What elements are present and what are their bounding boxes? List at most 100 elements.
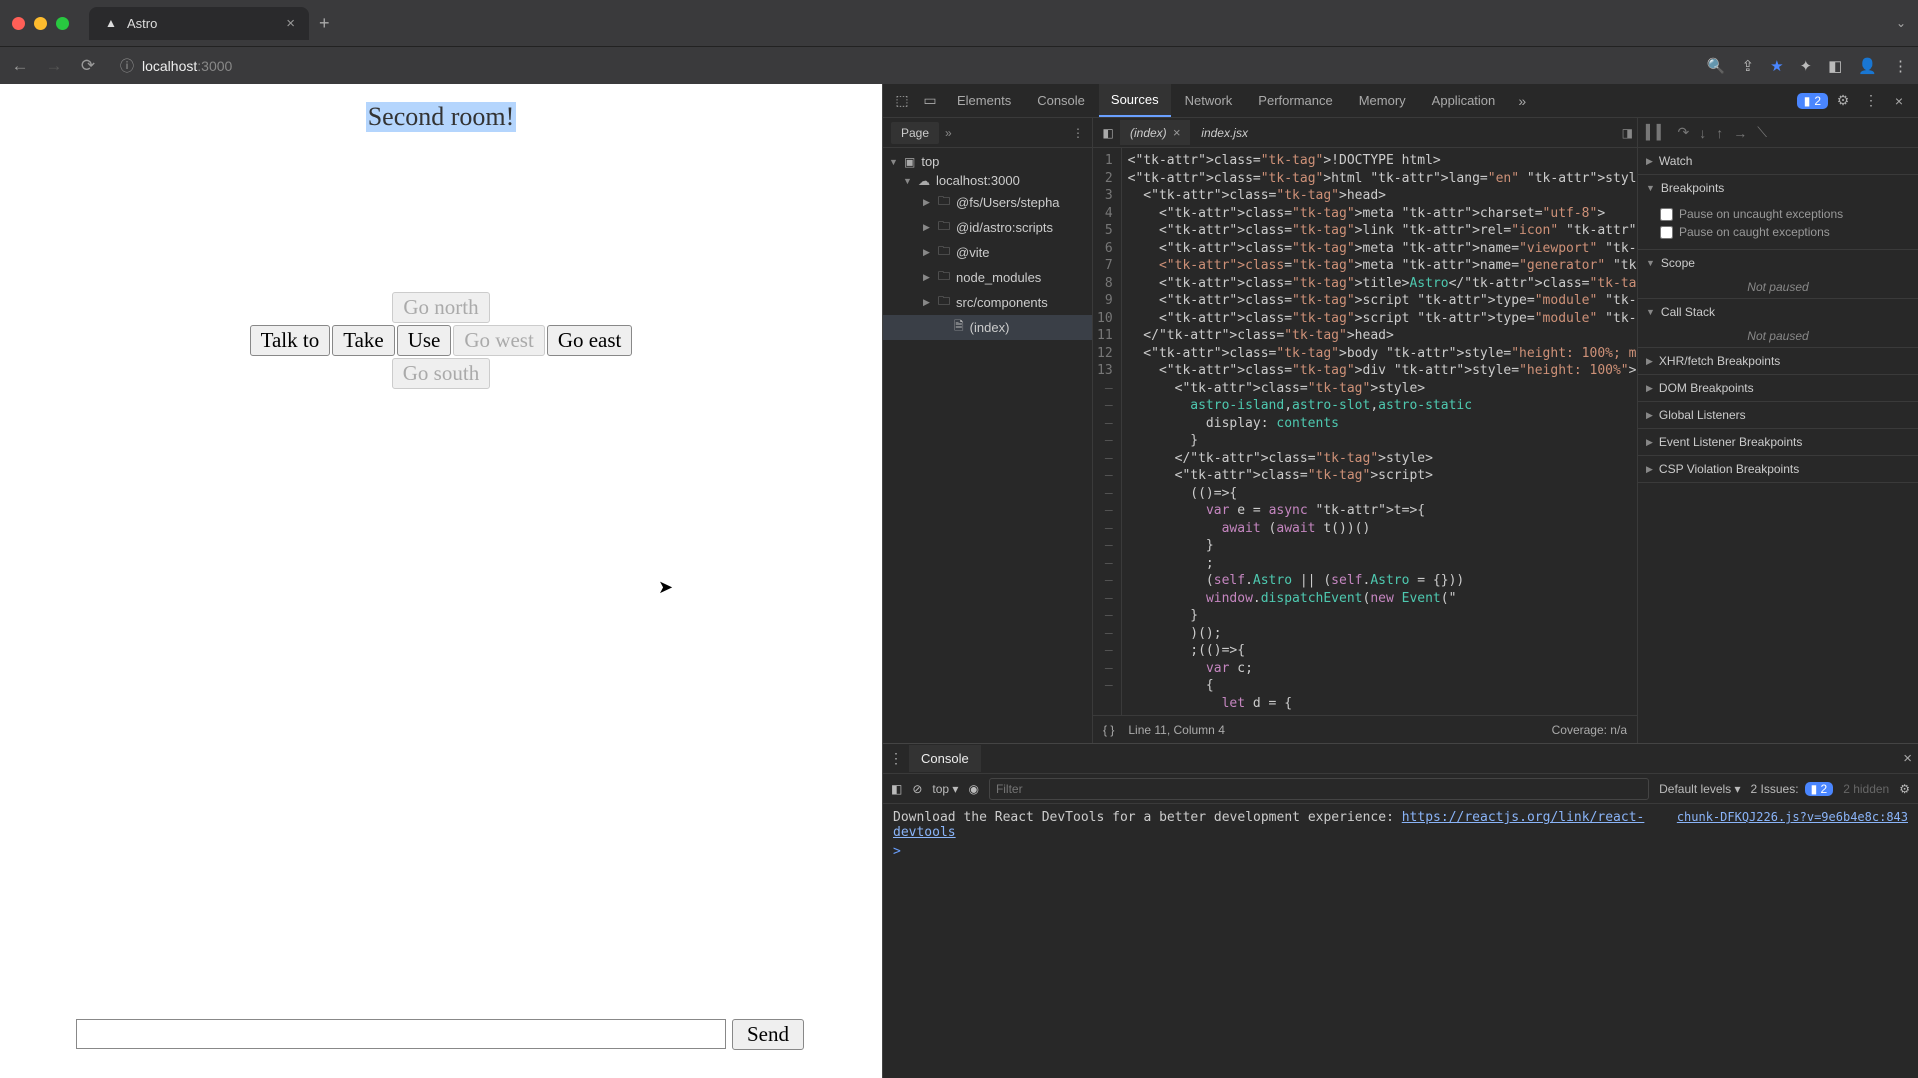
console-context[interactable]: top ▾ (932, 782, 958, 796)
issues-link[interactable]: 2 Issues:▮ 2 (1751, 782, 1834, 796)
more-tabs-icon[interactable]: » (1509, 88, 1535, 114)
navigator-tab-page[interactable]: Page (891, 122, 939, 144)
browser-tab[interactable]: ▲ Astro × (89, 7, 309, 40)
tab-console[interactable]: Console (1025, 85, 1097, 116)
navigator-menu-icon[interactable]: ⋮ (1072, 126, 1084, 140)
issues-badge[interactable]: ▮ 2 (1797, 93, 1828, 109)
sidepanel-icon[interactable]: ◧ (1828, 57, 1842, 75)
close-tab-icon[interactable]: × (286, 15, 295, 32)
tab-network[interactable]: Network (1173, 85, 1245, 116)
tab-memory[interactable]: Memory (1347, 85, 1418, 116)
chat-input[interactable] (76, 1019, 726, 1049)
reload-button[interactable]: ⟳ (78, 56, 98, 76)
console-prompt[interactable]: > (893, 844, 1908, 859)
editor-tab-index[interactable]: (index)× (1120, 120, 1190, 145)
editor-tab-indexjsx[interactable]: index.jsx (1191, 121, 1258, 145)
address-bar[interactable]: ⓘ localhost:3000 (112, 52, 1693, 80)
tree-folder[interactable]: ▶🗀@fs/Users/stepha (883, 190, 1092, 215)
bookmark-icon[interactable]: ★ (1770, 57, 1783, 75)
step-into-icon[interactable]: ↓ (1699, 125, 1706, 141)
drawer-tab-console[interactable]: Console (909, 745, 981, 772)
close-editor-tab-icon[interactable]: × (1173, 125, 1181, 140)
toggle-debugger-icon[interactable]: ◨ (1622, 126, 1633, 140)
step-out-icon[interactable]: ↑ (1716, 125, 1723, 141)
step-over-icon[interactable]: ↷ (1678, 124, 1690, 141)
use-button[interactable]: Use (397, 325, 452, 356)
pretty-print-icon[interactable]: { } (1103, 723, 1114, 737)
drawer-menu-icon[interactable]: ⋮ (889, 750, 903, 767)
go-north-button[interactable]: Go north (392, 292, 489, 323)
go-west-button[interactable]: Go west (453, 325, 544, 356)
close-devtools-icon[interactable]: × (1886, 88, 1912, 114)
pane-breakpoints[interactable]: ▼Breakpoints (1638, 175, 1918, 201)
maximize-window-button[interactable] (56, 17, 69, 30)
console-filter-input[interactable] (989, 778, 1649, 800)
tree-file-index[interactable]: 🗎(index) (883, 315, 1092, 340)
pane-callstack[interactable]: ▼Call Stack (1638, 299, 1918, 325)
console-settings-icon[interactable]: ⚙ (1899, 782, 1910, 796)
chat-bar: Send (76, 1019, 804, 1050)
console-sidebar-icon[interactable]: ◧ (891, 782, 902, 796)
tree-folder[interactable]: ▶🗀src/components (883, 290, 1092, 315)
menu-icon[interactable]: ⋮ (1893, 57, 1908, 75)
pane-dom[interactable]: ▶DOM Breakpoints (1638, 375, 1918, 401)
tabs-overflow-icon[interactable]: ⌄ (1896, 16, 1906, 30)
console-output[interactable]: chunk-DFKQJ226.js?v=9e6b4e8c:843 Downloa… (883, 804, 1918, 1078)
code-area[interactable]: <"tk-attr">class="tk-tag">!DOCTYPE html>… (1122, 148, 1637, 715)
pause-script-icon[interactable]: ▍▍ (1646, 124, 1668, 141)
settings-icon[interactable]: ⚙ (1830, 88, 1856, 114)
pane-global[interactable]: ▶Global Listeners (1638, 402, 1918, 428)
tab-performance[interactable]: Performance (1246, 85, 1344, 116)
pane-xhr[interactable]: ▶XHR/fetch Breakpoints (1638, 348, 1918, 374)
console-drawer: ⋮ Console × ◧ ⊘ top ▾ ◉ Default levels ▾… (883, 743, 1918, 1078)
tree-folder[interactable]: ▶🗀node_modules (883, 265, 1092, 290)
minimize-window-button[interactable] (34, 17, 47, 30)
checkbox-uncaught[interactable]: Pause on uncaught exceptions (1660, 205, 1910, 223)
profile-icon[interactable]: 👤 (1858, 57, 1877, 75)
back-button[interactable]: ← (10, 56, 30, 76)
tree-host[interactable]: ▼☁localhost:3000 (883, 171, 1092, 190)
step-icon[interactable]: → (1733, 125, 1747, 141)
checkbox-caught[interactable]: Pause on caught exceptions (1660, 223, 1910, 241)
pane-scope[interactable]: ▼Scope (1638, 250, 1918, 276)
pane-watch[interactable]: ▶Watch (1638, 148, 1918, 174)
devtools: ⬚ ▭ Elements Console Sources Network Per… (882, 84, 1918, 1078)
forward-button[interactable]: → (44, 56, 64, 76)
tab-elements[interactable]: Elements (945, 85, 1023, 116)
line-gutter[interactable]: 12345678910111213–––––––––––––––––– (1093, 148, 1122, 715)
inspect-element-icon[interactable]: ⬚ (889, 88, 915, 114)
tree-folder[interactable]: ▶🗀@id/astro:scripts (883, 215, 1092, 240)
tree-folder[interactable]: ▶🗀@vite (883, 240, 1092, 265)
toggle-navigator-icon[interactable]: ◧ (1097, 126, 1119, 140)
new-tab-button[interactable]: + (319, 13, 330, 34)
navigator-more-icon[interactable]: » (945, 126, 952, 140)
live-expression-icon[interactable]: ◉ (968, 782, 978, 796)
hidden-messages[interactable]: 2 hidden (1843, 782, 1889, 796)
mouse-cursor-icon: ➤ (658, 577, 673, 598)
take-button[interactable]: Take (332, 325, 395, 356)
send-button[interactable]: Send (732, 1019, 804, 1050)
share-icon[interactable]: ⇪ (1742, 57, 1755, 75)
talk-to-button[interactable]: Talk to (250, 325, 331, 356)
message-source-link[interactable]: chunk-DFKQJ226.js?v=9e6b4e8c:843 (1677, 810, 1908, 824)
log-levels-dropdown[interactable]: Default levels ▾ (1659, 782, 1740, 796)
pane-event[interactable]: ▶Event Listener Breakpoints (1638, 429, 1918, 455)
tree-top[interactable]: ▼▣top (883, 152, 1092, 171)
device-toolbar-icon[interactable]: ▭ (917, 88, 943, 114)
devtools-menu-icon[interactable]: ⋮ (1858, 88, 1884, 114)
file-tree[interactable]: ▼▣top ▼☁localhost:3000 ▶🗀@fs/Users/steph… (883, 148, 1092, 743)
game-controls: Go north Talk to Take Use Go west Go eas… (250, 292, 633, 389)
deactivate-bp-icon[interactable]: ⟍ (1757, 124, 1767, 141)
clear-console-icon[interactable]: ⊘ (912, 782, 922, 796)
zoom-icon[interactable]: 🔍 (1707, 57, 1726, 75)
close-drawer-icon[interactable]: × (1903, 750, 1912, 767)
pane-csp[interactable]: ▶CSP Violation Breakpoints (1638, 456, 1918, 482)
close-window-button[interactable] (12, 17, 25, 30)
go-east-button[interactable]: Go east (547, 325, 633, 356)
tab-application[interactable]: Application (1420, 85, 1508, 116)
extensions-icon[interactable]: ✦ (1800, 57, 1813, 75)
window-controls (12, 17, 69, 30)
site-info-icon[interactable]: ⓘ (120, 56, 134, 76)
tab-sources[interactable]: Sources (1099, 84, 1171, 117)
go-south-button[interactable]: Go south (392, 358, 490, 389)
